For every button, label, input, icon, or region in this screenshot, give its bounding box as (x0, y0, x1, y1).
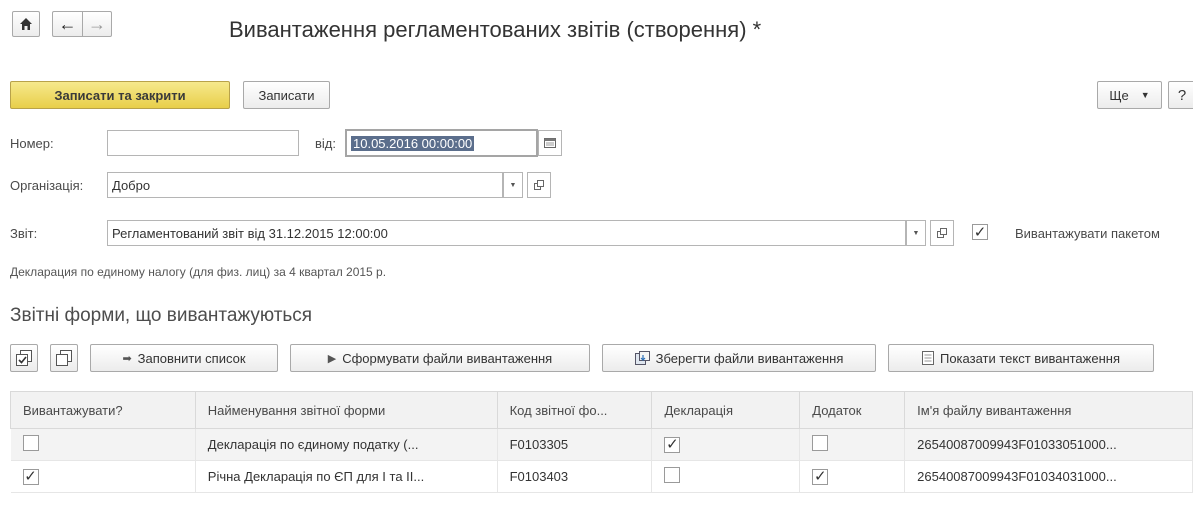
report-field[interactable]: Регламентований звіт від 31.12.2015 12:0… (107, 220, 906, 246)
report-open-button[interactable] (930, 220, 954, 246)
column-header-attachment[interactable]: Додаток (799, 391, 906, 429)
select-all-button[interactable] (10, 344, 38, 372)
date-value: 10.05.2016 00:00:00 (351, 135, 475, 151)
calendar-button[interactable] (538, 130, 562, 156)
column-header-form-code[interactable]: Код звітної фо... (496, 391, 653, 429)
number-field[interactable] (107, 130, 299, 156)
section-title: Звітні форми, що вивантажуються (10, 305, 313, 326)
page-title: Вивантаження регламентованих звітів (ств… (229, 17, 762, 42)
report-label: Звіт: (10, 226, 38, 241)
declaration-checkbox[interactable] (664, 467, 681, 483)
fill-list-label: Заповнити список (137, 350, 246, 366)
organization-field[interactable]: Добро (107, 172, 503, 198)
attachment-checkbox[interactable] (812, 435, 829, 451)
generate-files-button[interactable]: ▶ Сформувати файли вивантаження (290, 344, 590, 372)
organization-label: Організація: (10, 178, 84, 193)
attachment-checkbox[interactable]: ✓ (812, 468, 829, 485)
dropdown-arrow-icon: ▼ (912, 229, 920, 237)
play-icon: ▶ (327, 352, 337, 365)
organization-open-button[interactable] (527, 172, 551, 198)
fill-list-icon: ➡ (122, 352, 132, 365)
generate-files-label: Сформувати файли вивантаження (342, 350, 553, 366)
form-name-cell: Річна Декларація по ЄП для І та ІІ... (195, 460, 498, 493)
filename-cell: 26540087009943F01034031000... (904, 460, 1193, 493)
save-and-close-button[interactable]: Записати та закрити (10, 81, 230, 109)
back-arrow-icon: ← (58, 13, 77, 34)
batch-export-checkbox[interactable]: ✓ (972, 224, 988, 240)
save-files-icon (634, 351, 650, 365)
save-files-label: Зберегти файли вивантаження (655, 350, 844, 366)
back-button[interactable]: ← (52, 11, 82, 37)
date-label: від: (315, 136, 336, 151)
column-header-export[interactable]: Вивантажувати? (10, 391, 196, 429)
forward-arrow-icon: → (88, 13, 106, 34)
deselect-all-button[interactable] (50, 344, 78, 372)
fill-list-button[interactable]: ➡ Заповнити список (90, 344, 278, 372)
declaration-checkbox[interactable]: ✓ (664, 436, 681, 453)
check-all-icon (16, 350, 32, 366)
date-field[interactable]: 10.05.2016 00:00:00 (345, 129, 538, 157)
form-code-cell: F0103305 (497, 428, 653, 461)
chevron-down-icon: ▼ (1140, 90, 1150, 100)
number-label: Номер: (10, 136, 54, 151)
table-row[interactable]: ✓ Річна Декларація по ЄП для І та ІІ... … (10, 460, 1193, 493)
form-name-cell: Декларація по єдиному податку (... (195, 428, 498, 461)
table-header-row: Вивантажувати? Найменування звітної форм… (10, 391, 1193, 429)
filename-cell: 26540087009943F01033051000... (904, 428, 1193, 461)
forward-button[interactable]: → (82, 11, 112, 37)
column-header-filename[interactable]: Ім'я файлу вивантаження (904, 391, 1193, 429)
show-export-text-label: Показати текст вивантаження (939, 350, 1120, 366)
column-header-form-name[interactable]: Найменування звітної форми (194, 391, 498, 429)
save-files-button[interactable]: Зберегти файли вивантаження (602, 344, 876, 372)
open-form-icon (534, 180, 544, 190)
save-button[interactable]: Записати (243, 81, 330, 109)
report-description: Декларация по единому налогу (для физ. л… (10, 265, 387, 279)
open-form-icon (937, 228, 947, 238)
column-header-declaration[interactable]: Декларація (651, 391, 801, 429)
document-icon (921, 351, 934, 365)
dropdown-arrow-icon: ▼ (509, 181, 517, 189)
export-checkbox[interactable] (22, 435, 39, 451)
export-checkbox[interactable]: ✓ (22, 468, 39, 485)
more-button[interactable]: Ще ▼ (1097, 81, 1162, 109)
form-code-cell: F0103403 (497, 460, 653, 493)
help-button[interactable]: ? (1168, 81, 1193, 109)
calendar-icon (544, 138, 556, 148)
batch-export-label: Вивантажувати пакетом (1015, 226, 1160, 241)
report-forms-table: Вивантажувати? Найменування звітної форм… (10, 391, 1193, 493)
show-export-text-button[interactable]: Показати текст вивантаження (888, 344, 1154, 372)
uncheck-all-icon (56, 350, 72, 366)
home-icon (20, 18, 32, 30)
check-mark-icon: ✓ (973, 223, 987, 241)
more-label: Ще (1109, 87, 1129, 103)
organization-dropdown-button[interactable]: ▼ (503, 172, 523, 198)
report-dropdown-button[interactable]: ▼ (906, 220, 926, 246)
home-button[interactable] (12, 11, 40, 37)
table-row[interactable]: Декларація по єдиному податку (... F0103… (10, 428, 1193, 461)
